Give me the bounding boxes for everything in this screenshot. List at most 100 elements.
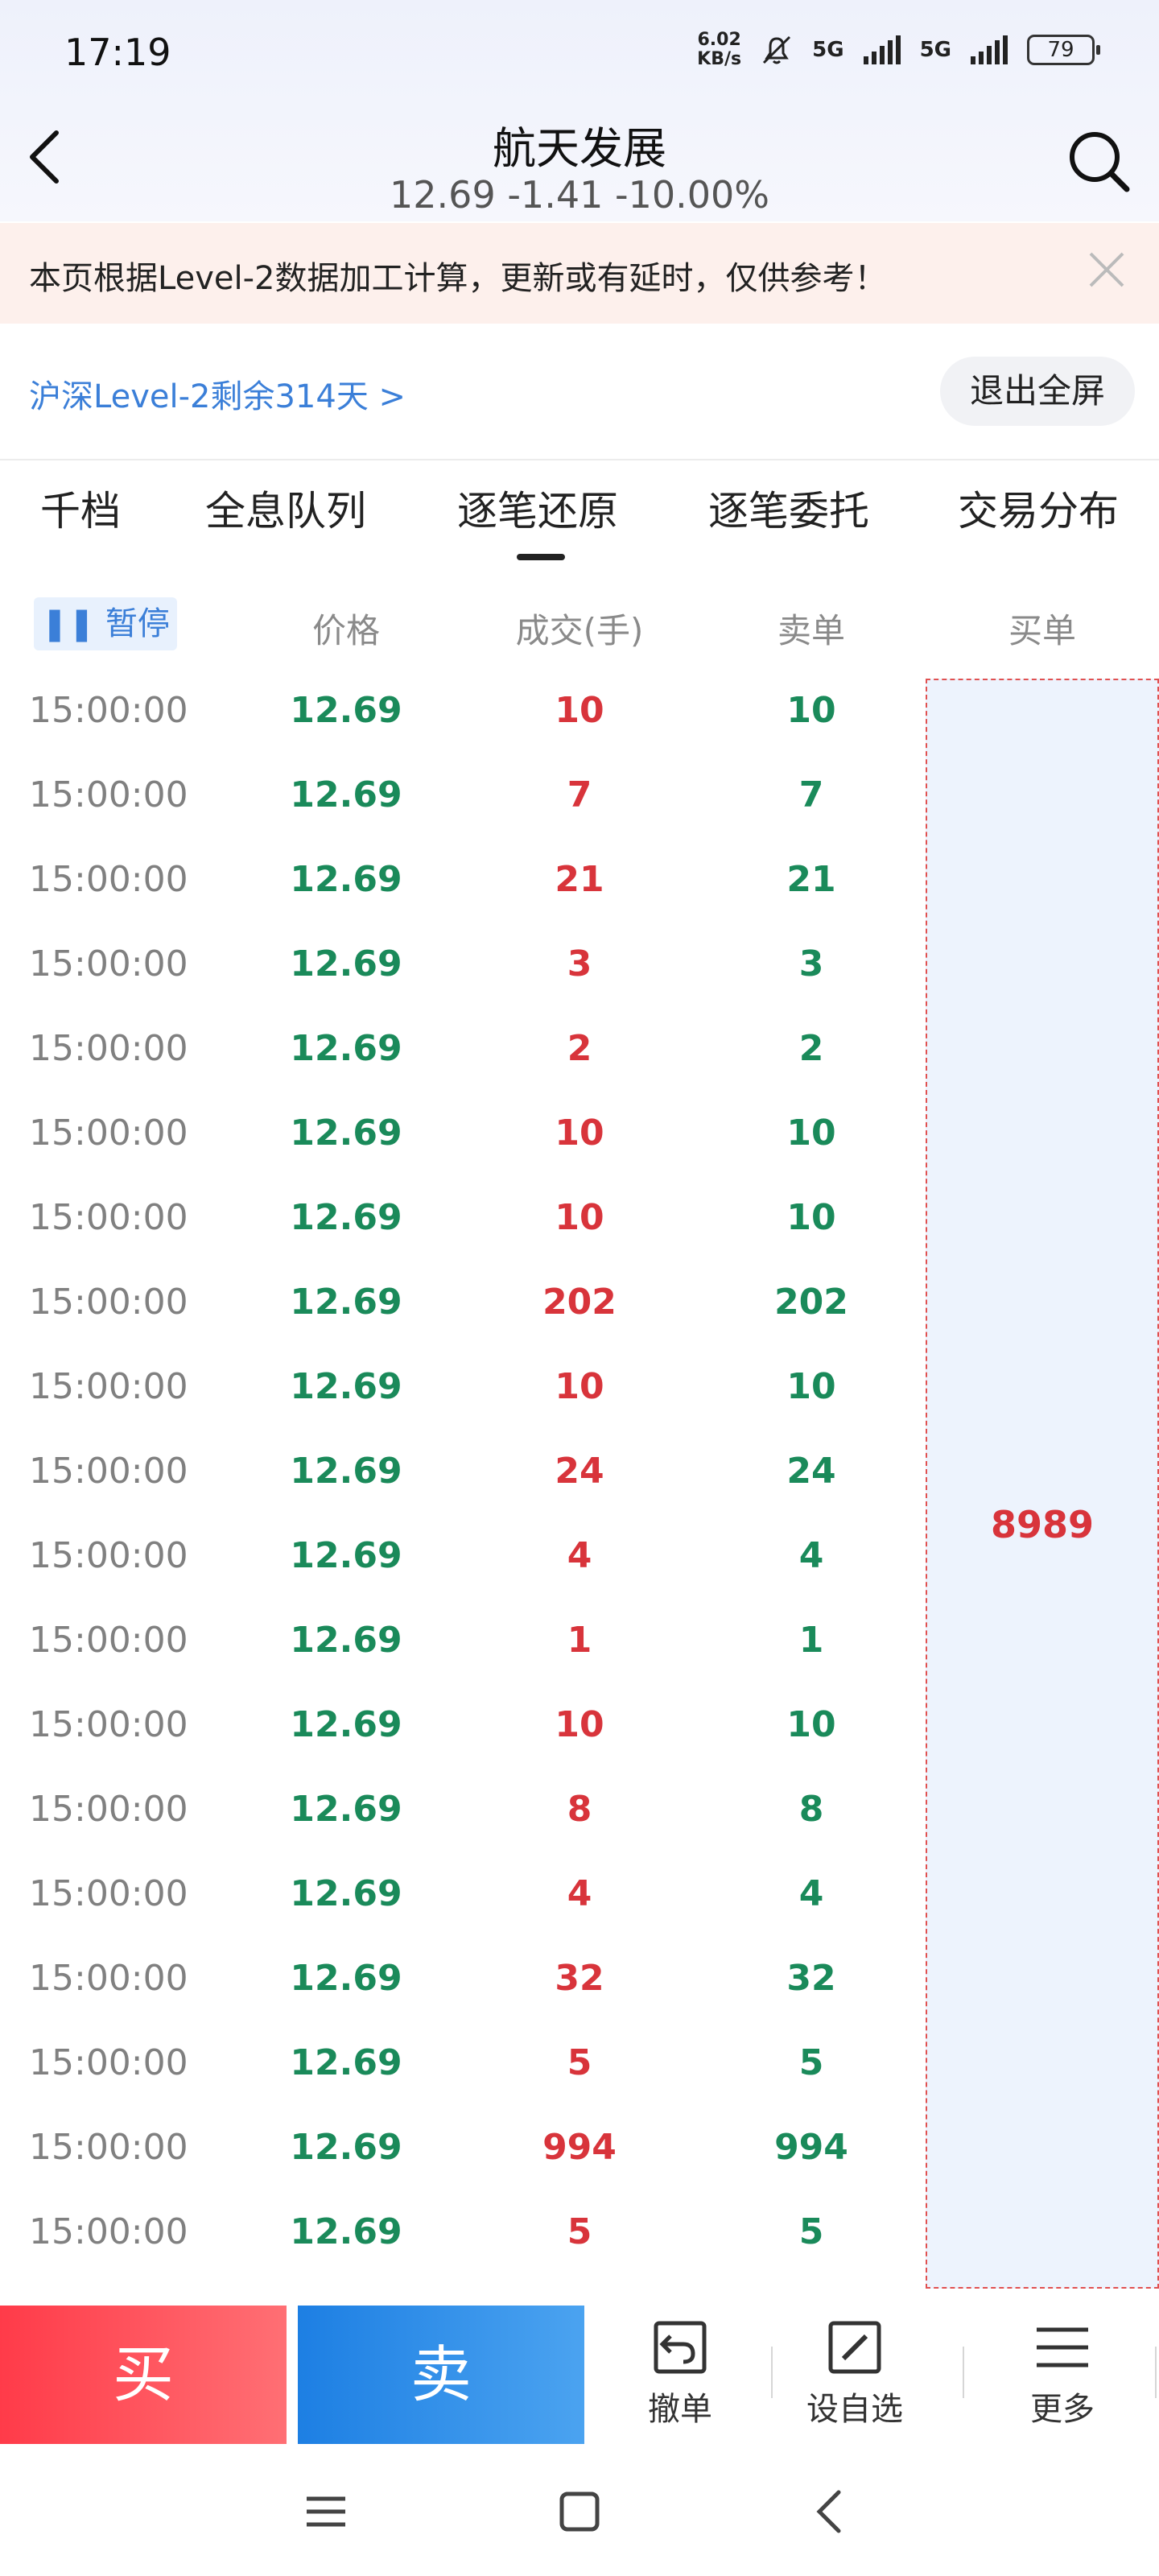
page-title: 航天发展 [493, 123, 666, 174]
signal2-label: 5G [919, 38, 951, 62]
row-volume: 5 [567, 2042, 592, 2083]
row-price: 12.69 [290, 1620, 402, 1661]
table-row: 15:00:00 12.69 8 8 [0, 1767, 926, 1852]
table-row: 15:00:00 12.69 10 10 [0, 1091, 926, 1175]
level2-subscription-link[interactable]: 沪深Level-2剩余314天 > [29, 370, 406, 417]
row-time: 15:00:00 [29, 2042, 188, 2083]
row-volume: 10 [555, 1366, 604, 1407]
row-sell-order: 5 [798, 2211, 824, 2252]
notice-banner: 本页根据Level-2数据加工计算，更新或有延时，仅供参考！ [0, 223, 1159, 324]
row-time: 15:00:00 [29, 1282, 188, 1323]
row-price: 12.69 [290, 859, 402, 900]
row-sell-order: 2 [798, 1028, 824, 1069]
table-row: 15:00:00 12.69 4 4 [0, 1513, 926, 1598]
row-sell-order: 4 [798, 1873, 824, 1914]
notice-close-button[interactable] [1087, 250, 1127, 293]
separator [963, 2347, 964, 2398]
row-volume: 32 [555, 1958, 604, 1999]
cancel-order-label: 撤单 [648, 2391, 712, 2428]
tab-qiandang[interactable]: 千档 [40, 479, 121, 537]
row-volume: 1 [567, 1620, 592, 1661]
nav-home-button[interactable] [547, 2479, 612, 2544]
table-row: 15:00:00 12.69 32 32 [0, 1936, 926, 2021]
nav-menu-icon [307, 2496, 345, 2527]
trade-list: 15:00:00 12.69 10 10 15:00:00 12.69 7 7 15:00:00… [0, 668, 926, 2274]
more-button[interactable]: 更多 [982, 2318, 1143, 2429]
row-price: 12.69 [290, 774, 402, 815]
header-volume: 成交(手) [515, 611, 644, 650]
table-row: 15:00:00 12.69 10 10 [0, 1175, 926, 1260]
header-sell-order: 卖单 [777, 611, 845, 650]
row-sell-order: 10 [786, 1197, 836, 1238]
row-price: 12.69 [290, 1873, 402, 1914]
row-price: 12.69 [290, 1704, 402, 1745]
row-volume: 10 [555, 690, 604, 731]
stock-quote: 12.69 -1.41 -10.00% [390, 173, 769, 217]
row-price: 12.69 [290, 2127, 402, 2168]
row-volume: 5 [567, 2211, 592, 2252]
row-price: 12.69 [290, 2042, 402, 2083]
pause-button[interactable]: ❚❚ 暂停 [34, 597, 177, 650]
add-watchlist-button[interactable]: 设自选 [774, 2318, 935, 2429]
cancel-order-button[interactable]: 撤单 [600, 2318, 761, 2429]
row-time: 15:00:00 [29, 1789, 188, 1830]
buy-button[interactable]: 买 [0, 2306, 287, 2444]
row-sell-order: 24 [786, 1451, 836, 1492]
tab-zhubi-huanyuan[interactable]: 逐笔还原 [457, 479, 618, 537]
header-price: 价格 [311, 611, 380, 650]
separator [771, 2347, 773, 2398]
row-sell-order: 4 [798, 1535, 824, 1576]
row-sell-order: 21 [786, 859, 836, 900]
pause-icon: ❚❚ [41, 605, 105, 642]
signal-icon [863, 35, 901, 64]
row-price: 12.69 [290, 690, 402, 731]
nav-menu-button[interactable] [294, 2479, 358, 2544]
signal-icon [971, 35, 1008, 64]
row-time: 15:00:00 [29, 1535, 188, 1576]
row-time: 15:00:00 [29, 2127, 188, 2168]
exit-fullscreen-button[interactable]: 退出全屏 [940, 357, 1135, 426]
sell-button[interactable]: 卖 [298, 2306, 584, 2444]
row-time: 15:00:00 [29, 2211, 188, 2252]
row-volume: 4 [567, 1535, 592, 1576]
table-row: 15:00:00 12.69 10 10 [0, 668, 926, 753]
nav-back-button[interactable] [797, 2479, 861, 2544]
row-price: 12.69 [290, 1282, 402, 1323]
row-price: 12.69 [290, 1028, 402, 1069]
row-volume: 994 [542, 2127, 617, 2168]
row-price: 12.69 [290, 1197, 402, 1238]
table-row: 15:00:00 12.69 24 24 [0, 1429, 926, 1513]
tab-zhubi-weituo[interactable]: 逐笔委托 [708, 479, 869, 537]
row-sell-order: 10 [786, 690, 836, 731]
row-time: 15:00:00 [29, 1197, 188, 1238]
table-row: 15:00:00 12.69 994 994 [0, 2105, 926, 2190]
net-speed: 6.02 KB/s [697, 31, 741, 69]
row-volume: 10 [555, 1704, 604, 1745]
row-volume: 2 [567, 1028, 592, 1069]
row-price: 12.69 [290, 943, 402, 985]
row-sell-order: 8 [798, 1789, 824, 1830]
row-time: 15:00:00 [29, 1873, 188, 1914]
table-row: 15:00:00 12.69 7 7 [0, 753, 926, 837]
row-price: 12.69 [290, 1113, 402, 1154]
row-time: 15:00:00 [29, 859, 188, 900]
row-sell-order: 994 [774, 2127, 848, 2168]
table-row: 15:00:00 12.69 21 21 [0, 837, 926, 922]
active-tab-indicator [517, 554, 565, 560]
row-price: 12.69 [290, 2211, 402, 2252]
status-icons: 6.02 KB/s 5G 5G 79 [697, 31, 1100, 69]
table-row: 15:00:00 12.69 2 2 [0, 1006, 926, 1091]
undo-icon [654, 2321, 707, 2374]
search-button[interactable] [1062, 125, 1135, 197]
row-price: 12.69 [290, 1451, 402, 1492]
table-row: 15:00:00 12.69 202 202 [0, 1260, 926, 1344]
table-row: 15:00:00 12.69 10 10 [0, 1344, 926, 1429]
menu-icon [1037, 2327, 1088, 2368]
tab-jiaoyi-fenbu[interactable]: 交易分布 [958, 479, 1119, 537]
bell-muted-icon [763, 35, 791, 64]
divider [0, 459, 1159, 460]
row-volume: 4 [567, 1873, 592, 1914]
row-sell-order: 5 [798, 2042, 824, 2083]
buy-order-column[interactable]: 8989 [926, 679, 1159, 2289]
tab-quanxi-queue[interactable]: 全息队列 [205, 479, 366, 537]
